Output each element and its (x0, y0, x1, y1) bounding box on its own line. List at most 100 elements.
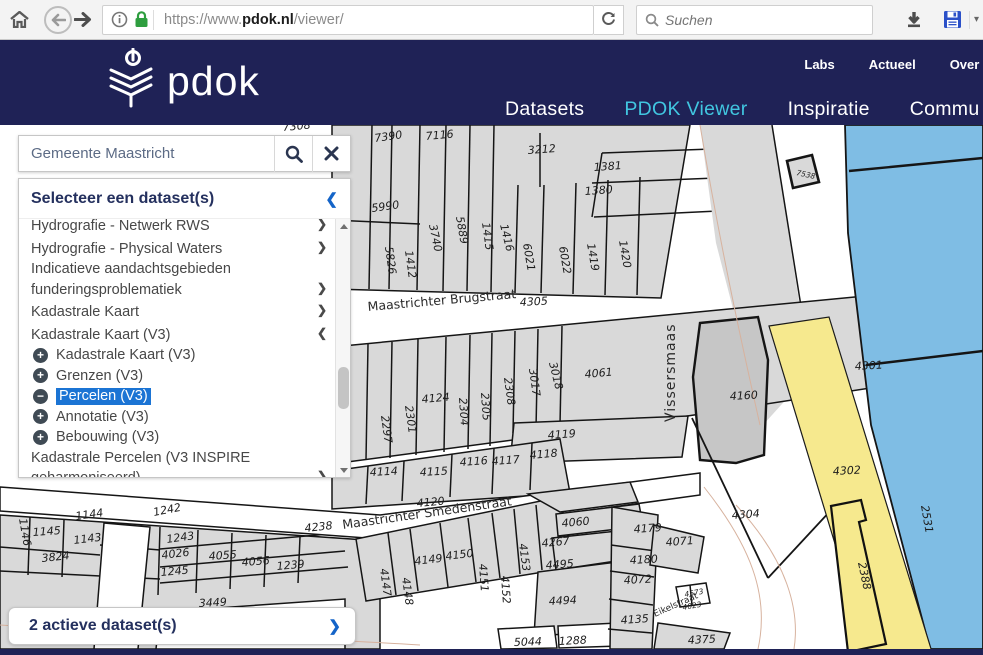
dataset-panel-header: Selecteer een dataset(s) ❮ (19, 179, 350, 219)
browser-search-input[interactable] (665, 12, 845, 28)
browser-search-field[interactable] (636, 5, 873, 35)
dataset-item[interactable]: + Bebouwing (V3) (31, 427, 331, 448)
parcel-label: 4494 (548, 594, 577, 608)
plus-icon[interactable]: + (33, 409, 48, 424)
dataset-item[interactable]: Hydrografie - Physical Waters❯ (31, 237, 331, 260)
parcel-label: 1245 (160, 564, 189, 579)
address-bar[interactable]: https://www.pdok.nl/viewer/ (102, 5, 594, 35)
parcel-label: 4151 (476, 563, 491, 592)
expand-icon[interactable]: ❯ (313, 237, 331, 260)
reload-button[interactable] (594, 5, 624, 35)
location-search-panel (18, 135, 351, 172)
active-datasets-label: 2 actieve dataset(s) (29, 617, 177, 635)
dataset-panel: Selecteer een dataset(s) ❮ Hydrografie -… (18, 178, 351, 478)
parcel-label: 1380 (584, 183, 613, 198)
parcel-label: 4179 (633, 521, 662, 536)
save-dropdown-caret[interactable]: ▾ (969, 11, 979, 29)
parcel-label: 1144 (75, 506, 105, 523)
logo-wordmark: pdok (167, 58, 260, 105)
search-icon (645, 13, 659, 27)
dataset-item[interactable]: Hydrografie - Netwerk RWS❯ (31, 219, 331, 237)
parcel-label: 4055 (208, 548, 237, 563)
nav-pdok-viewer[interactable]: PDOK Viewer (624, 98, 747, 121)
parcel-label: 4152 (498, 575, 513, 604)
active-datasets-bar[interactable]: 2 actieve dataset(s) ❯ (8, 607, 356, 645)
pdok-logo-icon (103, 48, 159, 112)
dataset-item-label: Hydrografie - Netwerk RWS (31, 219, 313, 237)
dataset-item-label: Kadastrale Kaart (V3) (56, 345, 331, 366)
parcel-label: 2305 (478, 392, 493, 421)
parcel-label: 4114 (369, 465, 398, 479)
parcel-label: 4124 (421, 391, 450, 406)
street-label: Vissersmaas (663, 324, 679, 423)
expand-icon[interactable]: ❯ (313, 300, 331, 323)
parcel-label: 4072 (623, 573, 652, 587)
parcel-label: 1288 (558, 634, 587, 648)
dataset-item[interactable]: Kadastrale Kaart❯ (31, 300, 331, 323)
dataset-item[interactable]: +Grenzen (V3) (31, 366, 331, 387)
plus-icon[interactable]: + (33, 430, 48, 445)
pdok-logo[interactable]: pdok (103, 48, 260, 112)
parcel-label: 4117 (491, 453, 520, 468)
parcel-label: 4375 (687, 633, 716, 647)
parcel-label: 7308 (282, 125, 311, 134)
scrollbar-thumb[interactable] (338, 367, 349, 409)
parcel-label: 4160 (729, 389, 758, 403)
parcel-label: 4180 (629, 553, 658, 567)
dataset-item-label: Annotatie (V3) (56, 407, 331, 428)
location-search-button[interactable] (275, 136, 312, 172)
close-search-button[interactable] (313, 136, 350, 172)
dataset-item-label: Hydrografie - Physical Waters (31, 239, 313, 260)
collapse-panel-chevron[interactable]: ❮ (325, 190, 338, 208)
parcel-label: 5044 (514, 635, 542, 649)
page-info-icon[interactable] (111, 11, 128, 28)
scroll-up-icon[interactable] (336, 219, 351, 233)
dataset-item-label: Bebouwing (V3) (56, 427, 331, 448)
parcel-label: 4305 (519, 295, 548, 309)
downloads-icon[interactable] (897, 5, 931, 35)
browser-toolbar: https://www.pdok.nl/viewer/ ▾ (0, 0, 983, 40)
collapse-icon[interactable]: ❮ (313, 323, 331, 346)
nav-inspiratie[interactable]: Inspiratie (788, 98, 870, 121)
dataset-item-label: Percelen (V3) (56, 386, 331, 407)
dataset-item[interactable]: Kadastrale Kaart (V3)❮ (31, 323, 331, 346)
parcel-label: 4267 (541, 535, 570, 550)
top-link-over-pdok[interactable]: Over PD (950, 57, 983, 72)
dataset-item[interactable]: Kadastrale Percelen (V3 INSPIRE geharmon… (31, 448, 331, 478)
plus-icon[interactable]: + (33, 368, 48, 383)
parcel-label: 4135 (620, 612, 649, 627)
parcel-label: 4056 (241, 554, 270, 569)
expand-icon[interactable]: ❯ (313, 278, 331, 301)
parcel-label: 4118 (529, 447, 558, 462)
back-button[interactable] (44, 6, 72, 34)
location-search-input[interactable] (19, 145, 274, 162)
lock-icon[interactable] (134, 11, 149, 28)
nav-datasets[interactable]: Datasets (505, 98, 584, 121)
footer-strip (0, 649, 983, 655)
url-text[interactable]: https://www.pdok.nl/viewer/ (164, 12, 344, 28)
parcel-label: 4120 (416, 495, 445, 510)
expand-icon[interactable]: ❯ (313, 219, 331, 237)
nav-community[interactable]: Commu (910, 98, 980, 121)
top-link-labs[interactable]: Labs (804, 57, 834, 72)
header-main-nav: Datasets PDOK Viewer Inspiratie Commu (505, 98, 979, 121)
expand-active-datasets-chevron[interactable]: ❯ (328, 617, 341, 635)
minus-icon[interactable]: − (33, 389, 48, 404)
forward-button[interactable] (70, 7, 96, 33)
save-page-icon[interactable] (937, 5, 967, 35)
dataset-item[interactable]: −Percelen (V3) (31, 386, 331, 407)
plus-icon[interactable]: + (33, 348, 48, 363)
scroll-down-icon[interactable] (336, 463, 351, 477)
home-icon[interactable] (4, 5, 34, 35)
top-link-actueel[interactable]: Actueel (869, 57, 916, 72)
dataset-item[interactable]: Indicatieve aandachtsgebieden funderings… (31, 259, 331, 300)
dataset-item-label: Kadastrale Kaart (V3) (31, 325, 313, 346)
parcel-label: 4495 (545, 557, 574, 572)
parcel-label: 4301 (854, 359, 883, 373)
dataset-list-scrollbar[interactable] (335, 219, 350, 477)
dataset-item[interactable]: + Annotatie (V3) (31, 407, 331, 428)
dataset-item[interactable]: + Kadastrale Kaart (V3) (31, 345, 331, 366)
expand-icon[interactable]: ❯ (313, 466, 331, 477)
parcel-label: 7116 (425, 128, 454, 143)
parcel-label: 4061 (584, 366, 613, 381)
